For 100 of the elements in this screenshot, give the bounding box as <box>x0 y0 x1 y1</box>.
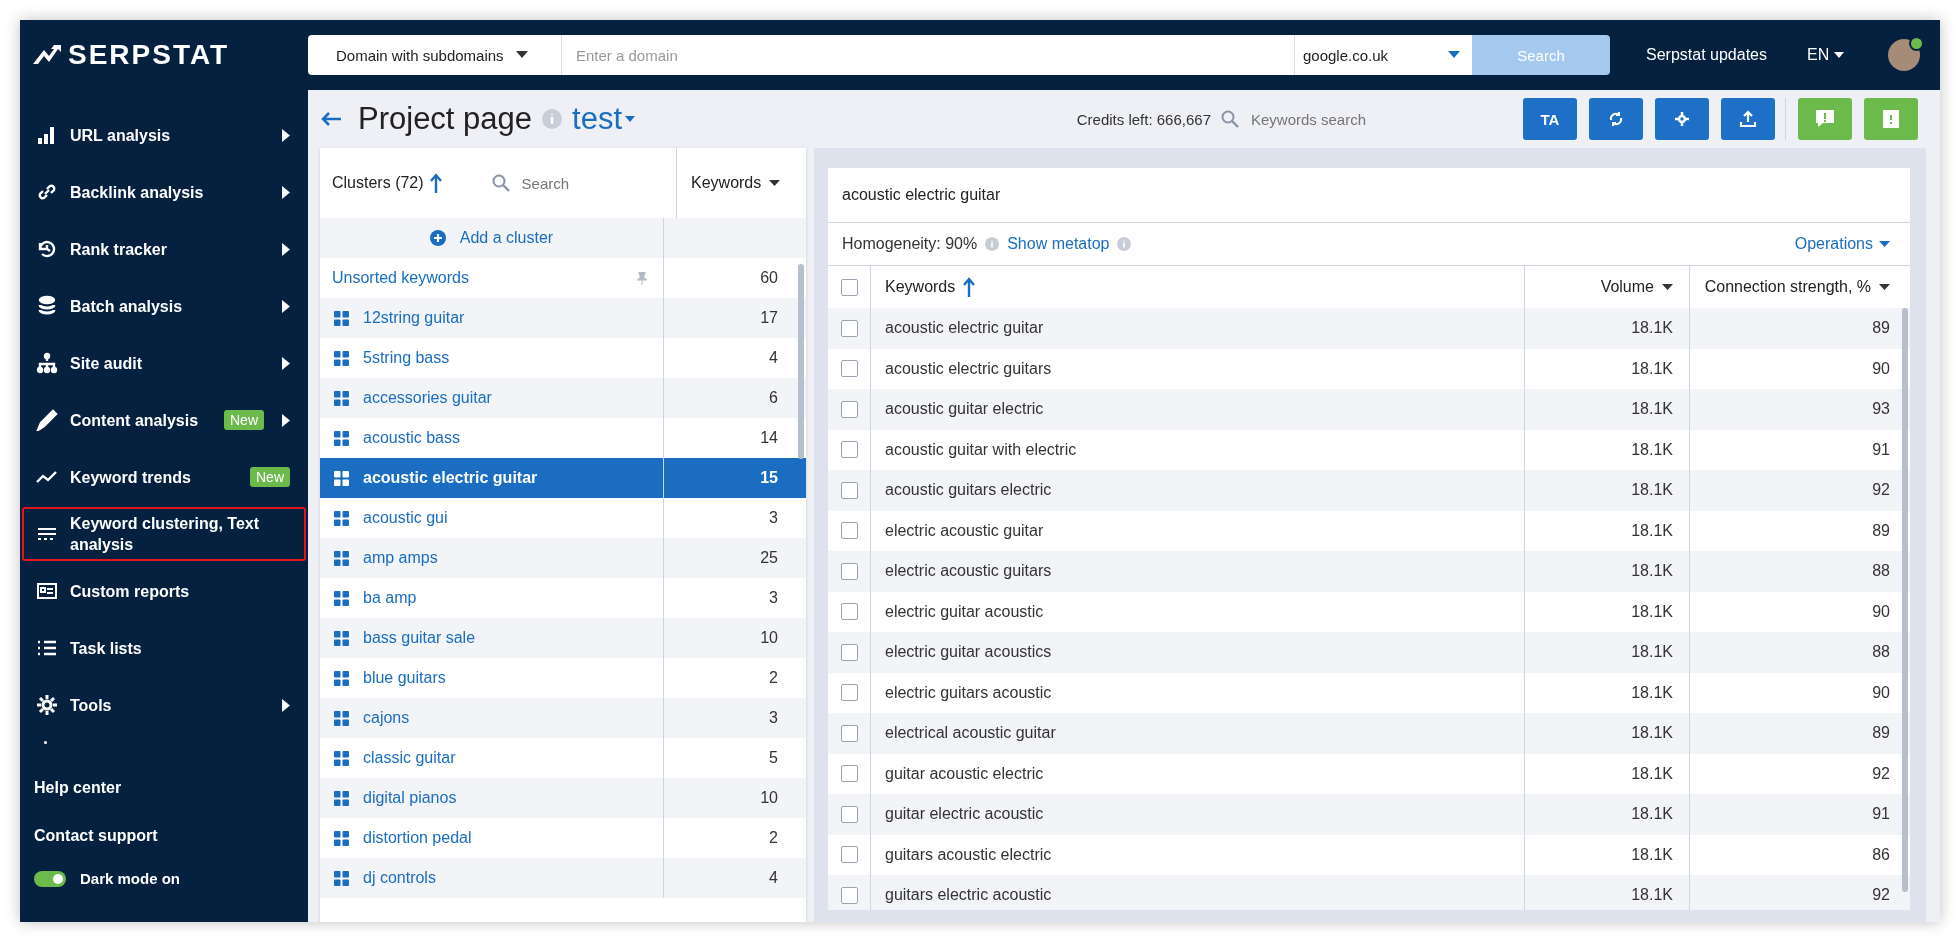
caret-icon <box>625 116 636 122</box>
dark-mode-toggle[interactable] <box>34 870 66 887</box>
grid-icon <box>334 430 349 446</box>
row-checkbox[interactable] <box>840 360 858 378</box>
cluster-row[interactable]: accessories guitar 6 <box>320 378 806 418</box>
cluster-count: 3 <box>768 508 779 528</box>
row-checkbox[interactable] <box>840 562 858 580</box>
sidebar-item[interactable]: Keyword trends New <box>22 450 306 504</box>
sidebar-item[interactable]: Custom reports <box>22 564 306 618</box>
language-dropdown[interactable]: EN <box>1800 45 1851 65</box>
cluster-row[interactable]: bass guitar sale 10 <box>320 618 806 658</box>
strength-cell: 92 <box>1872 886 1890 905</box>
cluster-count: 2 <box>768 828 779 848</box>
feedback-button[interactable] <box>1798 98 1852 140</box>
strength-cell: 91 <box>1872 440 1890 459</box>
ta-button[interactable]: TA <box>1523 98 1577 140</box>
cluster-count: 4 <box>768 348 779 368</box>
cluster-row[interactable]: acoustic electric guitar 15 <box>320 458 806 498</box>
row-checkbox[interactable] <box>840 684 858 702</box>
sort-up-arrow-icon[interactable] <box>429 173 442 193</box>
row-checkbox[interactable] <box>840 805 858 823</box>
operations-dropdown[interactable]: Operations <box>1788 234 1896 254</box>
cluster-count: 3 <box>768 708 779 728</box>
row-checkbox[interactable] <box>840 319 858 337</box>
volume-cell: 18.1K <box>1631 683 1673 702</box>
strength-cell: 90 <box>1872 683 1890 702</box>
keyword-cell: electric guitars acoustic <box>885 683 1052 702</box>
cluster-row[interactable]: cajons 3 <box>320 698 806 738</box>
row-checkbox[interactable] <box>840 724 858 742</box>
cluster-row[interactable]: 12string guitar 17 <box>320 298 806 338</box>
credits-text: Credits left: 666,667 <box>1076 110 1211 128</box>
keywords-search-input[interactable]: Keywords search <box>1249 109 1383 129</box>
row-checkbox[interactable] <box>840 481 858 499</box>
volume-cell: 18.1K <box>1631 562 1673 581</box>
select-all-checkbox[interactable] <box>840 278 858 296</box>
keyword-cell: electric guitar acoustics <box>885 643 1052 662</box>
unsorted-keywords-link[interactable]: Unsorted keywords <box>332 269 469 287</box>
engine-dropdown[interactable]: google.co.uk <box>1294 35 1472 75</box>
sidebar-item[interactable]: Keyword clustering, Text analysis <box>22 507 306 561</box>
sidebar-link[interactable]: Help center <box>20 764 308 812</box>
settings-button[interactable] <box>1655 98 1709 140</box>
keyword-cell: acoustic guitar with electric <box>885 440 1077 459</box>
row-checkbox[interactable] <box>840 441 858 459</box>
sidebar-item[interactable]: Batch analysis <box>22 279 306 333</box>
clusters-title: Clusters (72) <box>332 174 424 192</box>
column-header[interactable]: Keywords <box>885 278 956 296</box>
grid-icon <box>334 350 349 366</box>
new-badge: New <box>224 410 264 430</box>
row-checkbox[interactable] <box>840 400 858 418</box>
row-checkbox[interactable] <box>840 846 858 864</box>
keyword-cell: guitar electric acoustic <box>885 805 1044 824</box>
row-checkbox[interactable] <box>840 765 858 783</box>
sidebar-item[interactable]: Rank tracker <box>22 222 306 276</box>
pin-icon[interactable] <box>637 271 647 285</box>
cluster-search-input[interactable]: Search <box>519 173 654 193</box>
show-metatop-link[interactable]: Show metatop <box>1007 235 1110 253</box>
cluster-row[interactable]: digital pianos 10 <box>320 778 806 818</box>
strength-cell: 93 <box>1872 400 1890 419</box>
updates-link[interactable]: Serpstat updates <box>1646 46 1767 64</box>
sidebar-item[interactable]: Task lists <box>22 621 306 675</box>
grid-icon <box>334 590 349 606</box>
cluster-row[interactable]: amp amps 25 <box>320 538 806 578</box>
cluster-count: 25 <box>759 548 779 568</box>
row-checkbox[interactable] <box>840 603 858 621</box>
sidebar-item[interactable]: Tools <box>22 678 306 732</box>
strength-cell: 88 <box>1872 643 1890 662</box>
logo-text: SERPSTAT <box>68 39 230 71</box>
scope-dropdown[interactable]: Domain with subdomains <box>308 35 562 75</box>
message-alert-icon <box>1815 109 1835 129</box>
cluster-title: acoustic electric guitar <box>828 168 1910 223</box>
sidebar-link[interactable]: Contact support <box>20 812 308 860</box>
keyword-cell: guitar acoustic electric <box>885 764 1044 783</box>
row-checkbox[interactable] <box>840 522 858 540</box>
sidebar-item[interactable]: Site audit <box>22 336 306 390</box>
volume-cell: 18.1K <box>1631 481 1673 500</box>
column-header[interactable]: Connection strength, % <box>1704 278 1871 296</box>
info-icon <box>542 109 563 129</box>
caret-icon <box>1662 283 1673 291</box>
sidebar-item[interactable]: URL analysis <box>22 108 306 162</box>
project-dropdown[interactable]: test <box>572 101 636 137</box>
row-checkbox[interactable] <box>840 886 858 904</box>
cluster-row[interactable]: dj controls 4 <box>320 858 806 898</box>
export-button[interactable] <box>1721 98 1775 140</box>
row-checkbox[interactable] <box>840 643 858 661</box>
column-header[interactable]: Volume <box>1600 278 1654 296</box>
link-icon <box>36 181 58 203</box>
cluster-count: 60 <box>759 268 779 288</box>
help-book-button[interactable] <box>1864 98 1918 140</box>
cluster-name: 12string guitar <box>363 309 465 327</box>
volume-cell: 18.1K <box>1631 319 1673 338</box>
sidebar-item[interactable]: Backlink analysis <box>22 165 306 219</box>
sidebar-item[interactable]: Content analysis New <box>22 393 306 447</box>
refresh-button[interactable] <box>1589 98 1643 140</box>
keywords-column-header[interactable]: Keywords <box>677 148 806 218</box>
back-arrow-icon[interactable] <box>320 111 342 127</box>
avatar[interactable] <box>1888 39 1921 71</box>
cluster-name: bass guitar sale <box>363 629 476 647</box>
volume-cell: 18.1K <box>1631 602 1673 621</box>
sort-up-arrow-icon[interactable] <box>963 277 976 297</box>
domain-input[interactable]: Enter a domain <box>562 35 1294 75</box>
